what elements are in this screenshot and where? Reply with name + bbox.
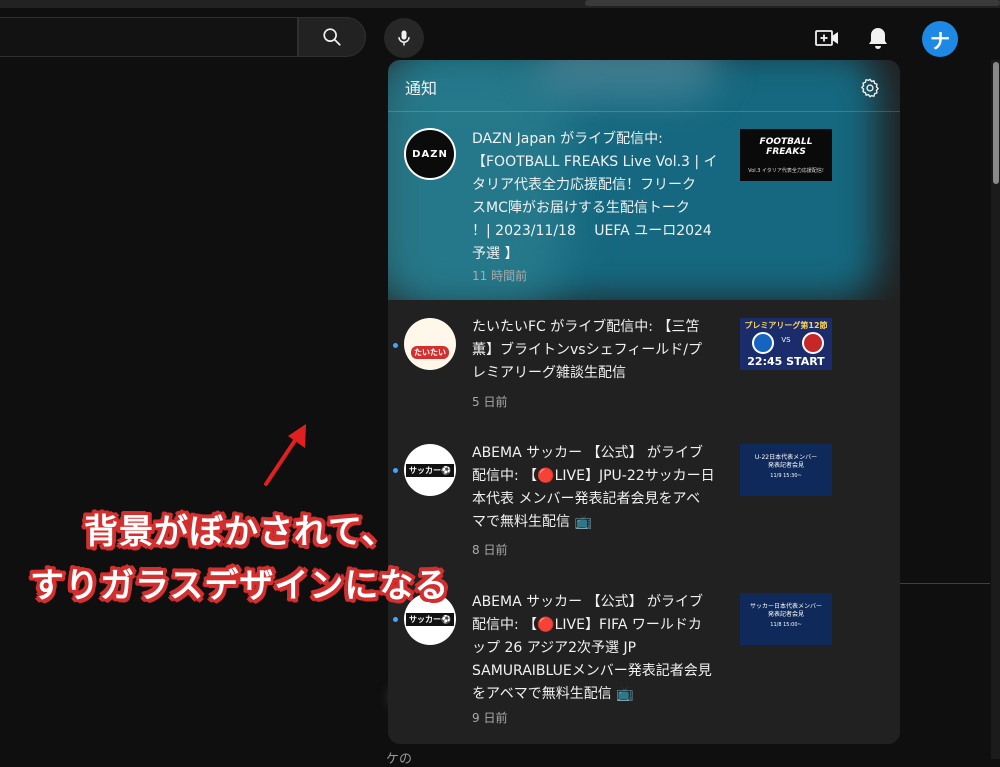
thumbnail-title: プレミアリーグ第12節 [744, 321, 828, 330]
notification-item[interactable]: サッカー⚽ ABEMA サッカー 【公式】 がライブ 配信中: 【🔴LIVE】F… [388, 587, 900, 737]
team-crest-right [802, 332, 824, 354]
video-thumbnail[interactable]: U-22日本代表メンバー 発表記者会見 11/9 15:30~ [740, 444, 832, 496]
browser-top-strip [0, 0, 1000, 8]
top-strip-thumb [585, 0, 1000, 6]
panel-title: 通知 [405, 79, 438, 98]
thumbnail-subtitle: 11/9 15:30~ [770, 473, 802, 479]
video-thumbnail[interactable]: FOOTBALL FREAKS Vol.3 イタリア代表全力応援配信! [740, 129, 832, 181]
create-button[interactable] [811, 22, 843, 54]
notification-item[interactable]: サッカー⚽ ABEMA サッカー 【公式】 がライブ 配信中: 【🔴LIVE】J… [388, 438, 900, 563]
thumbnail-title: サッカー日本代表メンバー 発表記者会見 [749, 603, 822, 618]
bell-icon [869, 28, 887, 49]
notification-time: 5 日前 [472, 395, 508, 409]
thumbnail-title: FOOTBALL FREAKS [759, 137, 813, 157]
notification-item[interactable]: たいたい たいたいFC がライブ配信中: 【三笘 薫】ブライトンvsシェフィール… [388, 312, 900, 422]
mic-icon [398, 30, 410, 46]
notification-text: ABEMA サッカー 【公式】 がライブ 配信中: 【🔴LIVE】FIFA ワー… [472, 594, 712, 702]
notification-item[interactable]: DAZN DAZN Japan がライブ配信中: 【FOOTBALL FREAK… [388, 122, 900, 292]
search-button[interactable] [298, 17, 366, 57]
channel-avatar: サッカー⚽ [404, 444, 456, 496]
channel-avatar: DAZN [404, 128, 456, 180]
unread-indicator [393, 468, 398, 473]
video-thumbnail[interactable]: プレミアリーグ第12節 VS 22:45 START [740, 318, 832, 370]
notification-text: ABEMA サッカー 【公式】 がライブ 配信中: 【🔴LIVE】JPU-22サ… [472, 445, 715, 530]
unread-indicator [393, 343, 398, 348]
notification-time: 11 時間前 [472, 269, 528, 283]
background-divider [900, 583, 990, 584]
notification-panel: 通知 DAZN DAZN Japan がライブ配信中: 【FOOTBALL FR… [388, 60, 900, 744]
thumbnail-subtitle: Vol.3 イタリア代表全力応援配信! [748, 168, 824, 174]
notifications-button[interactable] [862, 22, 894, 54]
thumbnail-subtitle: 11/8 15:00~ [770, 622, 802, 628]
team-crest-left [752, 332, 774, 354]
notification-time: 9 日前 [472, 711, 508, 725]
unread-indicator [393, 617, 398, 622]
background-text-snippet: ケの [386, 752, 413, 767]
thumbnail-title: U-22日本代表メンバー 発表記者会見 [754, 454, 818, 469]
video-plus-icon [815, 30, 838, 46]
channel-avatar: たいたい [404, 318, 456, 370]
vs-label: VS [781, 336, 791, 344]
video-thumbnail[interactable]: サッカー日本代表メンバー 発表記者会見 11/8 15:00~ [740, 593, 832, 645]
channel-avatar-logo: サッカー⚽ [406, 612, 454, 626]
notification-panel-header: 通知 [388, 60, 900, 112]
notification-settings-button[interactable] [856, 74, 884, 102]
annotation-line-1: 背景がぼかされて、 [84, 512, 397, 552]
notification-text: DAZN Japan がライブ配信中: 【FOOTBALL FREAKS Liv… [472, 131, 718, 262]
page-scrollbar-thumb[interactable] [993, 62, 999, 184]
voice-search-button[interactable] [384, 18, 424, 58]
search-input[interactable] [0, 17, 298, 57]
annotation-arrow-icon [264, 424, 306, 486]
notification-text: たいたいFC がライブ配信中: 【三笘 薫】ブライトンvsシェフィールド/プ レ… [472, 319, 703, 381]
annotation-line-2: すりガラスデザインになる [30, 566, 450, 606]
channel-avatar-logo: サッカー⚽ [406, 463, 454, 477]
avatar-initial: ナ [930, 28, 950, 53]
thumbnail-subtitle: 22:45 START [747, 355, 825, 368]
gear-icon [861, 78, 879, 98]
channel-avatar-logo: DAZN [412, 148, 448, 160]
account-avatar[interactable]: ナ [922, 21, 958, 57]
search-icon [323, 28, 341, 46]
channel-avatar-logo: たいたい [411, 345, 449, 359]
notification-time: 8 日前 [472, 543, 508, 557]
page-scrollbar[interactable] [991, 60, 1000, 759]
